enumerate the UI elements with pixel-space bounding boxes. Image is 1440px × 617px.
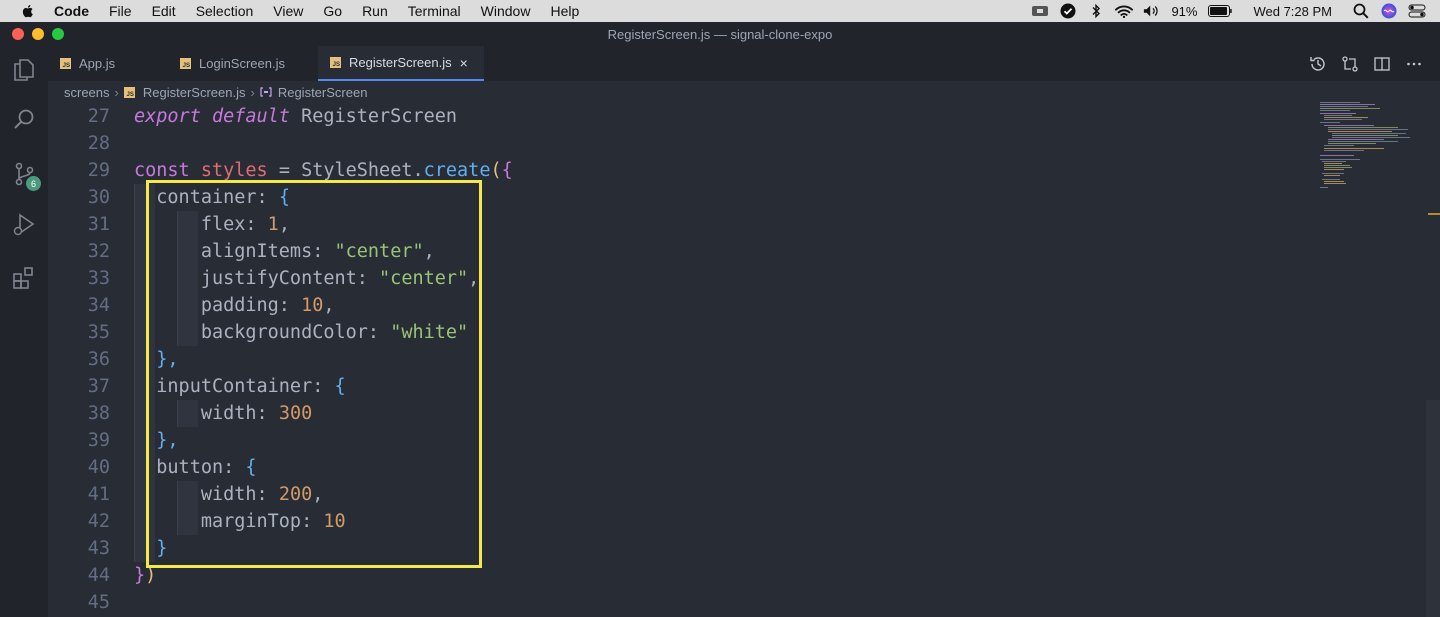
- symbol-variable-icon: [260, 87, 272, 97]
- explorer-button[interactable]: [0, 46, 48, 94]
- menu-help[interactable]: Help: [550, 3, 579, 19]
- siri-icon[interactable]: [1380, 3, 1398, 19]
- line-number: 44: [87, 565, 110, 586]
- display-icon[interactable]: [1031, 3, 1049, 19]
- extensions-button[interactable]: [0, 254, 48, 302]
- source-control-button[interactable]: 6: [0, 150, 48, 198]
- line-number: 37: [87, 376, 110, 397]
- line-number: 42: [87, 511, 110, 532]
- line-number: 35: [87, 322, 110, 343]
- js-file-icon: JS: [123, 86, 135, 98]
- timeline-icon[interactable]: [1308, 54, 1328, 74]
- line-number: 39: [87, 430, 110, 451]
- spotlight-icon[interactable]: [1352, 3, 1370, 19]
- check-icon[interactable]: [1059, 3, 1077, 19]
- line-number: 29: [87, 160, 110, 181]
- breadcrumb-symbol[interactable]: RegisterScreen: [278, 85, 368, 100]
- close-window-button[interactable]: [12, 28, 24, 40]
- breadcrumb-separator: ›: [250, 84, 255, 100]
- line-number: 38: [87, 403, 110, 424]
- menu-clock[interactable]: Wed 7:28 PM: [1253, 4, 1332, 19]
- line-number: 33: [87, 268, 110, 289]
- search-button[interactable]: [0, 96, 48, 144]
- more-icon[interactable]: [1404, 54, 1424, 74]
- battery-icon[interactable]: [1207, 3, 1233, 19]
- tab-app-js[interactable]: JS App.js: [60, 46, 172, 81]
- window-title-bar: RegisterScreen.js — signal-clone-expo: [0, 22, 1440, 46]
- js-file-icon: JS: [180, 58, 191, 69]
- menu-window[interactable]: Window: [481, 3, 531, 19]
- line-number: 36: [87, 349, 110, 370]
- tab-label: RegisterScreen.js: [349, 55, 452, 70]
- code-line: 45: [48, 589, 1308, 616]
- code-line: 27 export default RegisterScreen: [48, 103, 1308, 130]
- minimap[interactable]: [1318, 100, 1418, 200]
- tab-label: LoginScreen.js: [199, 56, 285, 71]
- line-number: 41: [87, 484, 110, 505]
- breadcrumb-separator: ›: [114, 84, 119, 100]
- breadcrumb: screens › JS RegisterScreen.js › Registe…: [48, 81, 1440, 103]
- code-editor[interactable]: 27 export default RegisterScreen 28 29 c…: [48, 103, 1440, 617]
- tab-label: App.js: [79, 56, 116, 71]
- editor-tab-bar: JS App.js JS LoginScreen.js JS RegisterS…: [48, 46, 1440, 81]
- run-debug-button[interactable]: [0, 200, 48, 248]
- menu-go[interactable]: Go: [323, 3, 342, 19]
- tab-register-screen[interactable]: JS RegisterScreen.js ×: [318, 46, 484, 81]
- scroll-position-marker: [1428, 213, 1440, 215]
- close-tab-icon[interactable]: ×: [460, 55, 468, 71]
- line-number: 28: [87, 133, 110, 154]
- line-number: 32: [87, 241, 110, 262]
- activity-bar: 6: [0, 46, 48, 617]
- zoom-window-button[interactable]: [52, 28, 64, 40]
- js-file-icon: JS: [330, 57, 341, 68]
- line-number: 43: [87, 538, 110, 559]
- js-file-icon: JS: [60, 58, 71, 69]
- macos-menu-bar: Code File Edit Selection View Go Run Ter…: [0, 0, 1440, 22]
- line-number: 30: [87, 187, 110, 208]
- search-icon: [14, 109, 34, 129]
- menu-app-name[interactable]: Code: [54, 3, 89, 19]
- compare-icon[interactable]: [1340, 54, 1360, 74]
- breadcrumb-folder[interactable]: screens: [64, 85, 110, 100]
- window-title: RegisterScreen.js — signal-clone-expo: [607, 26, 833, 42]
- battery-percent: 91%: [1171, 3, 1198, 19]
- menu-run[interactable]: Run: [362, 3, 388, 19]
- volume-icon[interactable]: [1143, 3, 1161, 19]
- apple-icon[interactable]: [20, 3, 36, 19]
- bluetooth-icon[interactable]: [1087, 3, 1105, 19]
- line-number: 45: [87, 592, 110, 613]
- line-number: 40: [87, 457, 110, 478]
- files-icon: [14, 59, 34, 81]
- menu-selection[interactable]: Selection: [196, 3, 254, 19]
- menu-view[interactable]: View: [273, 3, 303, 19]
- extensions-icon: [13, 267, 33, 289]
- line-number: 31: [87, 214, 110, 235]
- breadcrumb-file[interactable]: RegisterScreen.js: [143, 85, 246, 100]
- vertical-scrollbar[interactable]: [1426, 400, 1440, 617]
- control-center-icon[interactable]: [1408, 3, 1426, 19]
- menu-edit[interactable]: Edit: [152, 3, 176, 19]
- minimize-window-button[interactable]: [32, 28, 44, 40]
- tab-login-screen[interactable]: JS LoginScreen.js: [180, 46, 320, 81]
- run-debug-icon: [13, 213, 35, 236]
- menu-file[interactable]: File: [109, 3, 132, 19]
- split-editor-icon[interactable]: [1372, 54, 1392, 74]
- line-number: 34: [87, 295, 110, 316]
- line-number: 27: [87, 106, 110, 127]
- menu-terminal[interactable]: Terminal: [408, 3, 461, 19]
- code-line: 28: [48, 130, 1308, 157]
- source-control-badge: 6: [26, 176, 41, 191]
- highlight-box: [146, 180, 482, 568]
- wifi-icon[interactable]: [1115, 3, 1134, 19]
